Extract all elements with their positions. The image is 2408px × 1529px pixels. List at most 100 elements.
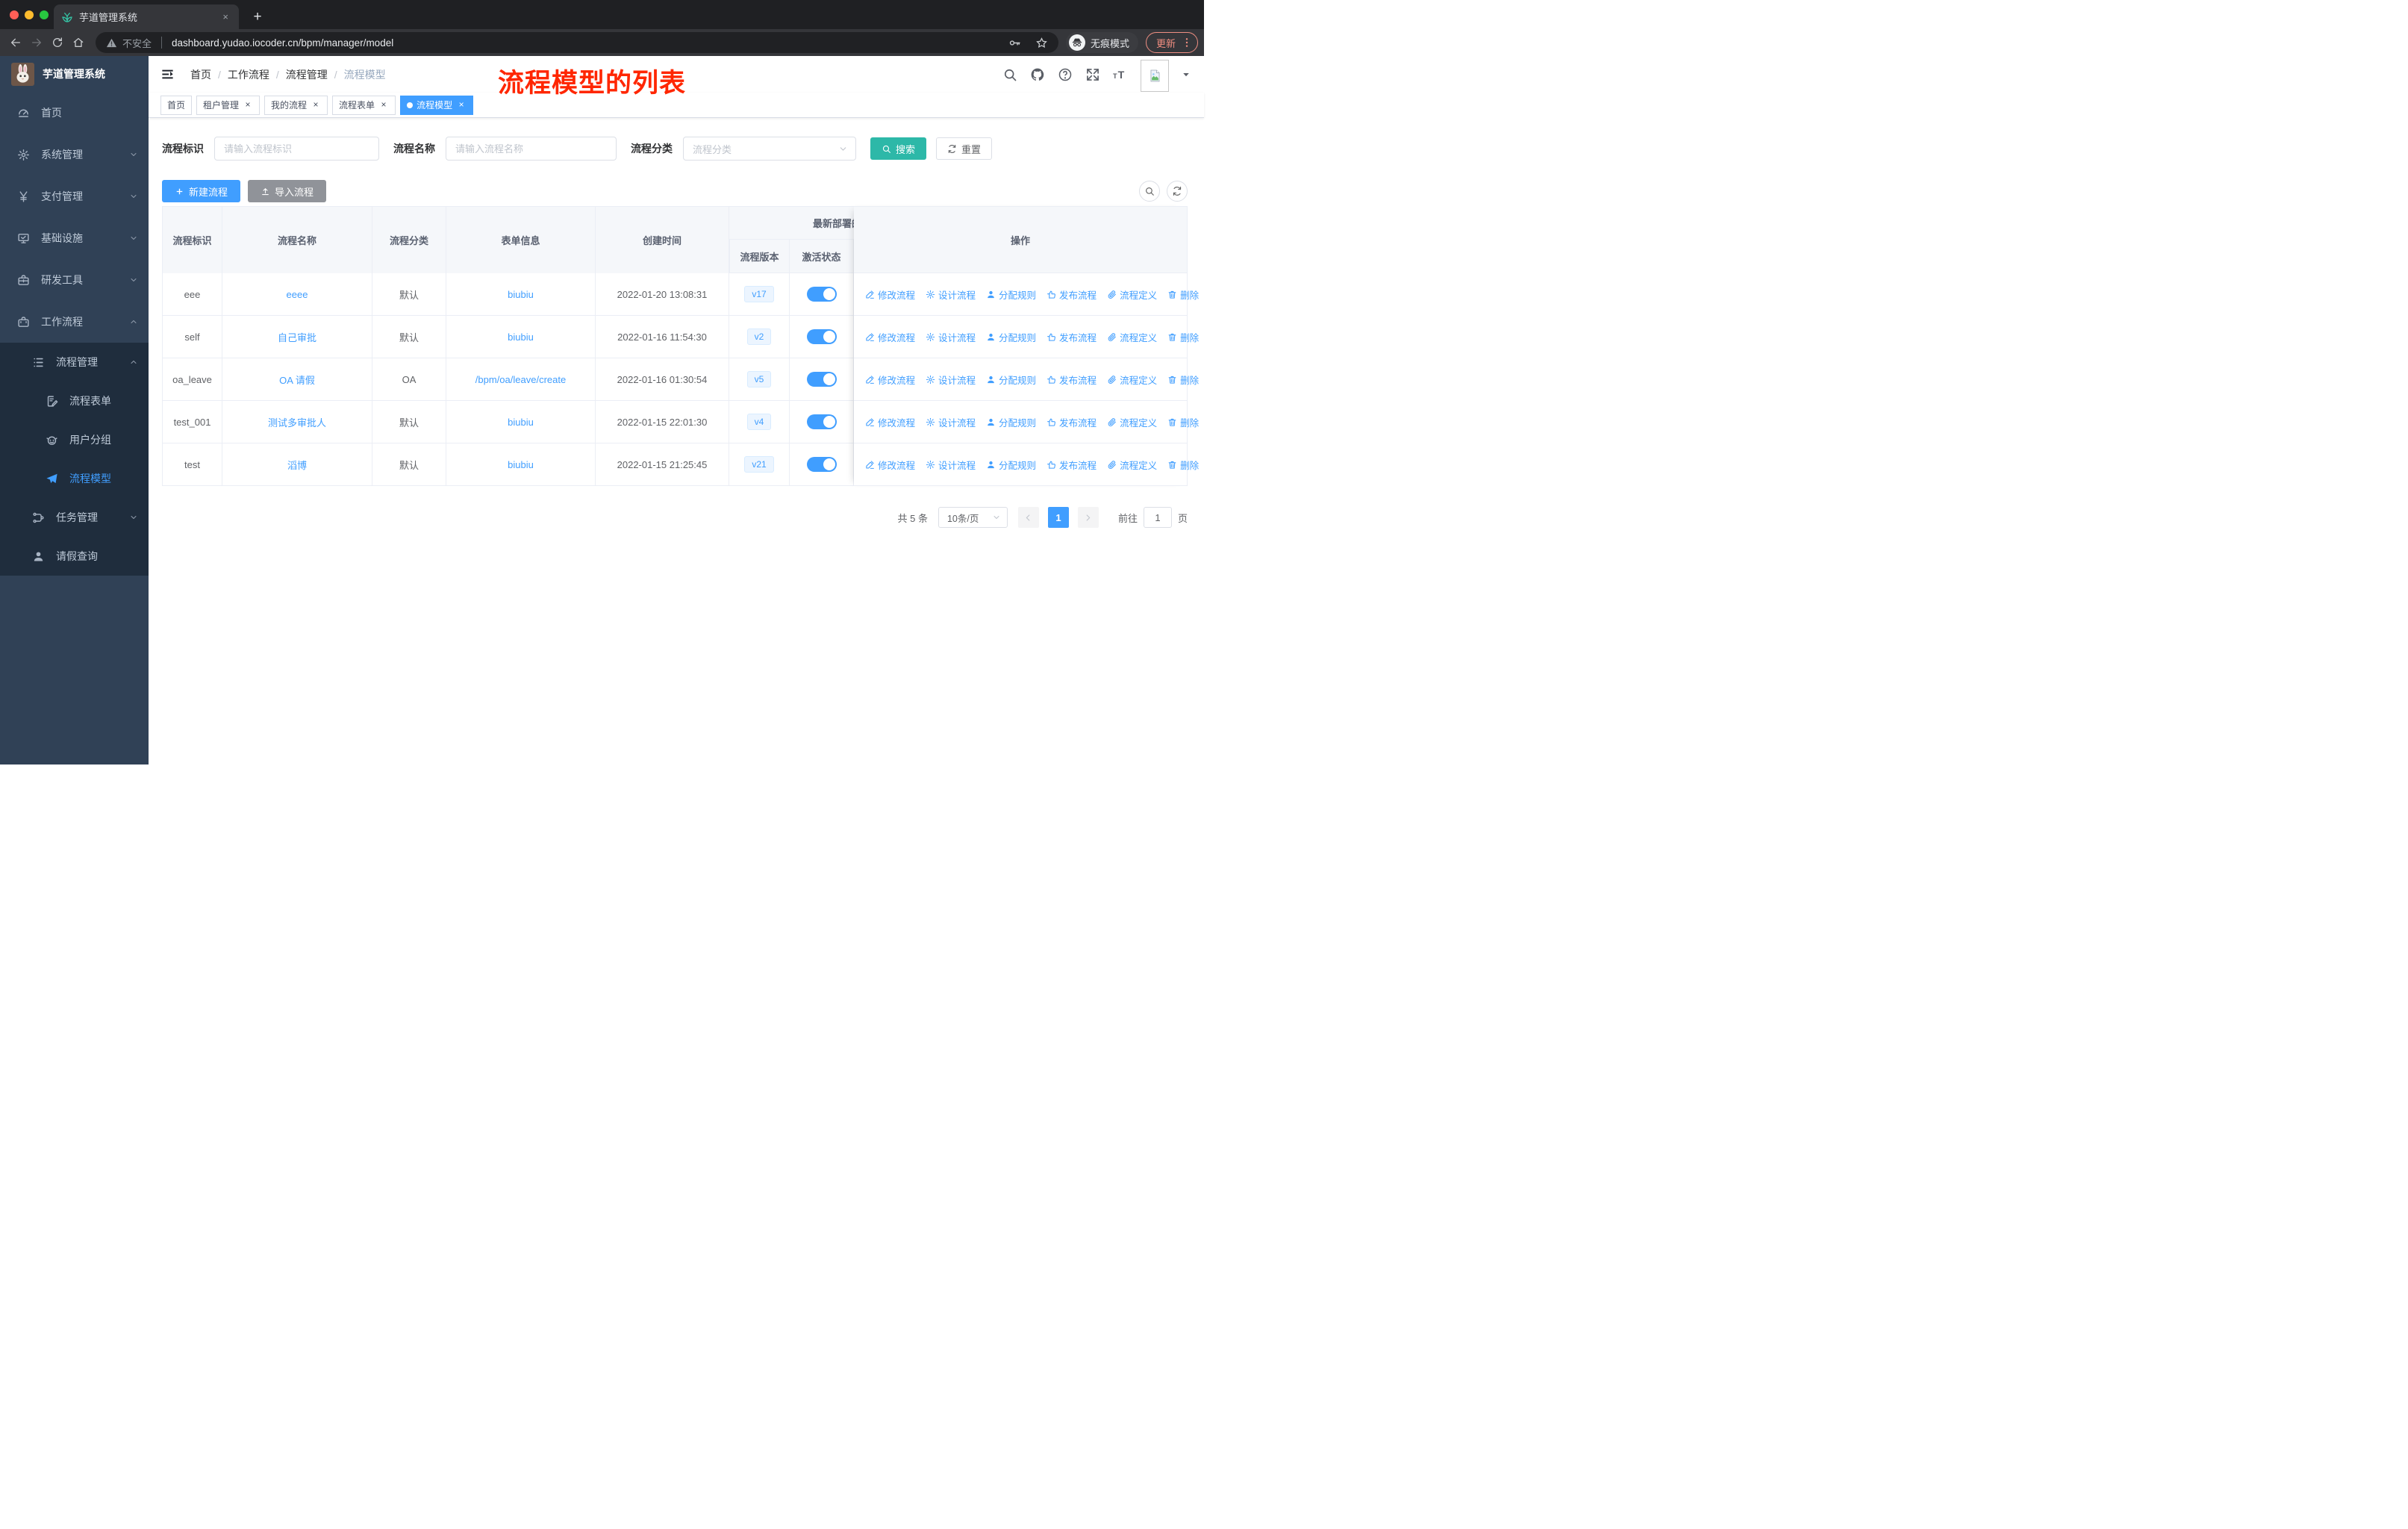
action-pencil-link[interactable]: 修改流程 [865, 330, 915, 344]
close-tab-icon[interactable]: × [219, 11, 231, 22]
back-icon[interactable] [6, 33, 25, 52]
model-name-link[interactable]: eeee [287, 289, 308, 300]
github-icon[interactable] [1030, 67, 1045, 82]
model-name-link[interactable]: 滔博 [287, 460, 307, 471]
action-gear-link[interactable]: 设计流程 [926, 458, 976, 472]
action-thumb-link[interactable]: 发布流程 [1047, 330, 1097, 344]
action-thumb-link[interactable]: 发布流程 [1047, 373, 1097, 387]
browser-tab[interactable]: 芋道管理系统 × [54, 4, 239, 29]
sidebar-item-7[interactable]: 流程表单 [0, 382, 149, 420]
action-clip-link[interactable]: 流程定义 [1107, 373, 1157, 387]
close-tag-icon[interactable]: × [311, 99, 321, 110]
tag-0[interactable]: 首页 [160, 95, 193, 115]
reload-icon[interactable] [48, 33, 67, 52]
tag-4[interactable]: 流程模型 × [400, 95, 474, 115]
action-gear-link[interactable]: 设计流程 [926, 287, 976, 302]
breadcrumb-item[interactable]: 流程管理 [286, 67, 328, 82]
filter-category-select[interactable]: 流程分类 [683, 137, 856, 161]
create-model-button[interactable]: 新建流程 [162, 180, 241, 202]
fullscreen-icon[interactable] [1085, 67, 1100, 82]
new-tab-button[interactable]: + [248, 7, 267, 27]
tag-1[interactable]: 租户管理 × [196, 95, 261, 115]
active-toggle[interactable] [806, 414, 837, 429]
kebab-menu-icon[interactable] [1181, 37, 1193, 49]
form-link[interactable]: /bpm/oa/leave/create [475, 374, 566, 385]
avatar[interactable] [1141, 59, 1169, 92]
search-button[interactable]: 搜索 [870, 137, 927, 160]
import-model-button[interactable]: 导入流程 [248, 180, 327, 202]
sidebar-item-0[interactable]: 首页 [0, 92, 149, 134]
prev-page-button[interactable] [1017, 507, 1039, 528]
action-clip-link[interactable]: 流程定义 [1107, 330, 1157, 344]
action-trash-link[interactable]: 删除 [1167, 287, 1199, 302]
action-clip-link[interactable]: 流程定义 [1107, 458, 1157, 472]
sidebar-item-1[interactable]: 系统管理 [0, 134, 149, 175]
filter-id-input[interactable] [214, 137, 379, 161]
action-user-fill-link[interactable]: 分配规则 [986, 373, 1036, 387]
active-toggle[interactable] [806, 329, 837, 344]
sidebar-item-2[interactable]: 支付管理 [0, 175, 149, 217]
sidebar-logo-row[interactable]: 芋道管理系统 [0, 56, 149, 92]
next-page-button[interactable] [1077, 507, 1099, 528]
sidebar-item-5[interactable]: 工作流程 [0, 301, 149, 343]
sidebar-item-11[interactable]: 请假查询 [0, 537, 149, 576]
bookmark-star-icon[interactable] [1035, 37, 1048, 49]
url-bar[interactable]: 不安全 dashboard.yudao.iocoder.cn/bpm/manag… [96, 32, 1058, 53]
not-secure-warning-icon[interactable] [106, 37, 117, 49]
action-gear-link[interactable]: 设计流程 [926, 373, 976, 387]
action-gear-link[interactable]: 设计流程 [926, 330, 976, 344]
action-thumb-link[interactable]: 发布流程 [1047, 287, 1097, 302]
sidebar-item-3[interactable]: 基础设施 [0, 217, 149, 259]
help-icon[interactable] [1058, 67, 1073, 82]
action-trash-link[interactable]: 删除 [1167, 330, 1199, 344]
model-name-link[interactable]: 测试多审批人 [268, 417, 326, 429]
action-pencil-link[interactable]: 修改流程 [865, 287, 915, 302]
breadcrumb-item[interactable]: 工作流程 [228, 67, 269, 82]
close-window-button[interactable] [10, 10, 19, 19]
page-size-select[interactable]: 10条/页 [938, 507, 1008, 528]
update-button[interactable]: 更新 [1145, 32, 1198, 53]
toggle-search-button[interactable] [1139, 181, 1160, 202]
sidebar-item-8[interactable]: 用户分组 [0, 420, 149, 459]
action-clip-link[interactable]: 流程定义 [1107, 415, 1157, 429]
action-gear-link[interactable]: 设计流程 [926, 415, 976, 429]
close-tag-icon[interactable]: × [378, 99, 389, 110]
action-trash-link[interactable]: 删除 [1167, 458, 1199, 472]
form-link[interactable]: biubiu [508, 459, 534, 470]
home-icon[interactable] [69, 33, 88, 52]
close-tag-icon[interactable]: × [243, 99, 253, 110]
minimize-window-button[interactable] [25, 10, 34, 19]
breadcrumb-item[interactable]: 首页 [190, 67, 211, 82]
action-user-fill-link[interactable]: 分配规则 [986, 330, 1036, 344]
action-thumb-link[interactable]: 发布流程 [1047, 415, 1097, 429]
caret-down-icon[interactable] [1182, 70, 1191, 79]
current-page-button[interactable]: 1 [1047, 507, 1069, 528]
refresh-table-button[interactable] [1167, 181, 1188, 202]
action-pencil-link[interactable]: 修改流程 [865, 458, 915, 472]
sidebar-item-6[interactable]: 流程管理 [0, 343, 149, 382]
model-name-link[interactable]: OA 请假 [279, 375, 315, 386]
close-tag-icon[interactable]: × [456, 99, 467, 110]
forward-icon[interactable] [27, 33, 46, 52]
search-icon[interactable] [1002, 67, 1017, 82]
form-link[interactable]: biubiu [508, 331, 534, 343]
active-toggle[interactable] [806, 287, 837, 302]
action-thumb-link[interactable]: 发布流程 [1047, 458, 1097, 472]
sidebar-item-4[interactable]: 研发工具 [0, 259, 149, 301]
action-pencil-link[interactable]: 修改流程 [865, 373, 915, 387]
sidebar-item-9[interactable]: 流程模型 [0, 459, 149, 498]
font-size-icon[interactable]: TT [1113, 67, 1128, 82]
action-trash-link[interactable]: 删除 [1167, 373, 1199, 387]
action-user-fill-link[interactable]: 分配规则 [986, 287, 1036, 302]
active-toggle[interactable] [806, 457, 837, 472]
action-clip-link[interactable]: 流程定义 [1107, 287, 1157, 302]
reset-button[interactable]: 重置 [936, 137, 993, 160]
tag-3[interactable]: 流程表单 × [332, 95, 396, 115]
active-toggle[interactable] [806, 372, 837, 387]
action-pencil-link[interactable]: 修改流程 [865, 415, 915, 429]
collapse-sidebar-icon[interactable] [160, 67, 175, 81]
action-trash-link[interactable]: 删除 [1167, 415, 1199, 429]
action-user-fill-link[interactable]: 分配规则 [986, 458, 1036, 472]
action-user-fill-link[interactable]: 分配规则 [986, 415, 1036, 429]
sidebar-item-10[interactable]: 任务管理 [0, 498, 149, 537]
